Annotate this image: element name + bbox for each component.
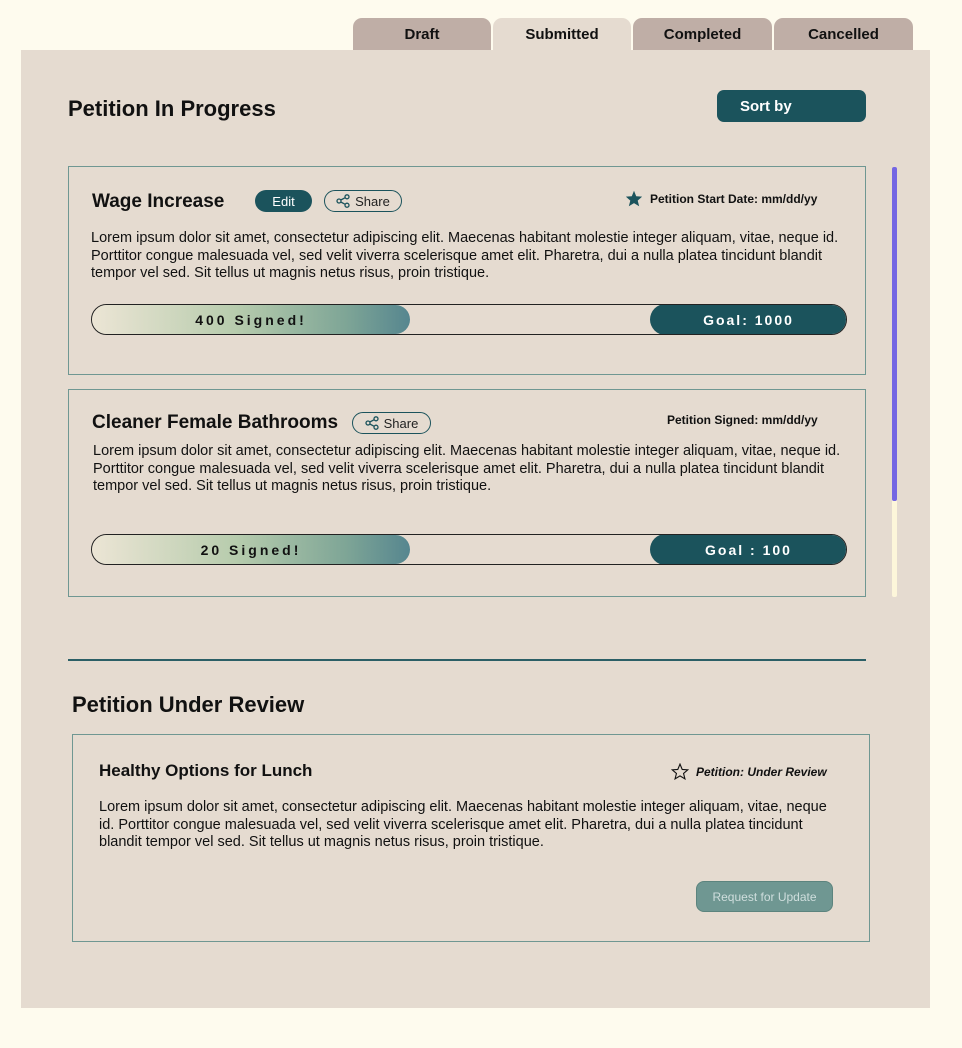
section-divider — [68, 659, 866, 661]
petition-title: Healthy Options for Lunch — [99, 761, 313, 780]
tab-submitted[interactable]: Submitted — [493, 18, 631, 50]
petition-card-wage-increase: Wage Increase Edit Share Petition Start … — [68, 166, 866, 375]
review-status-label: Petition: Under Review — [696, 764, 827, 779]
share-button[interactable]: Share — [324, 190, 402, 212]
petition-review-status: Petition: Under Review — [671, 763, 827, 780]
goal-badge: Goal: 1000 — [650, 305, 846, 334]
tab-cancelled[interactable]: Cancelled — [774, 18, 913, 50]
edit-button[interactable]: Edit — [255, 190, 312, 212]
scrollbar-track[interactable] — [892, 167, 897, 597]
star-outline-icon — [671, 763, 689, 780]
petition-description: Lorem ipsum dolor sit amet, consectetur … — [93, 443, 841, 494]
signature-progress-bar: 20 Signed! Goal : 100 — [91, 534, 847, 565]
signed-fill: 20 Signed! — [92, 535, 410, 564]
petition-card-cleaner-bathrooms: Cleaner Female Bathrooms Share Petition … — [68, 389, 866, 597]
goal-badge: Goal : 100 — [650, 535, 846, 564]
petition-card-healthy-lunch: Healthy Options for Lunch Petition: Unde… — [72, 734, 870, 942]
tab-draft[interactable]: Draft — [353, 18, 491, 50]
star-filled-icon — [625, 190, 643, 207]
main-panel: Petition In Progress Sort by Wage Increa… — [21, 50, 930, 1008]
sort-by-button[interactable]: Sort by — [717, 90, 866, 122]
petition-description: Lorem ipsum dolor sit amet, consectetur … — [91, 230, 839, 281]
signed-fill: 400 Signed! — [92, 305, 410, 334]
petition-signed-date: Petition Signed: mm/dd/yy — [667, 413, 818, 427]
under-review-title: Petition Under Review — [72, 692, 305, 717]
share-icon — [364, 416, 379, 430]
petition-description: Lorem ipsum dolor sit amet, consectetur … — [99, 799, 827, 850]
start-date-label: Petition Start Date: mm/dd/yy — [650, 191, 818, 206]
signed-count: 400 Signed! — [195, 311, 307, 328]
request-update-button[interactable]: Request for Update — [696, 881, 833, 912]
share-button[interactable]: Share — [352, 412, 431, 434]
tab-completed[interactable]: Completed — [633, 18, 772, 50]
signed-count: 20 Signed! — [200, 541, 302, 558]
share-label: Share — [355, 193, 390, 209]
petition-title: Wage Increase — [92, 191, 225, 212]
share-label: Share — [383, 415, 419, 431]
signature-progress-bar: 400 Signed! Goal: 1000 — [91, 304, 847, 335]
petition-start-date: Petition Start Date: mm/dd/yy — [625, 190, 817, 207]
share-icon — [336, 194, 350, 208]
petition-title: Cleaner Female Bathrooms — [92, 412, 339, 433]
scrollbar-thumb[interactable] — [892, 167, 897, 501]
in-progress-title: Petition In Progress — [68, 96, 276, 121]
